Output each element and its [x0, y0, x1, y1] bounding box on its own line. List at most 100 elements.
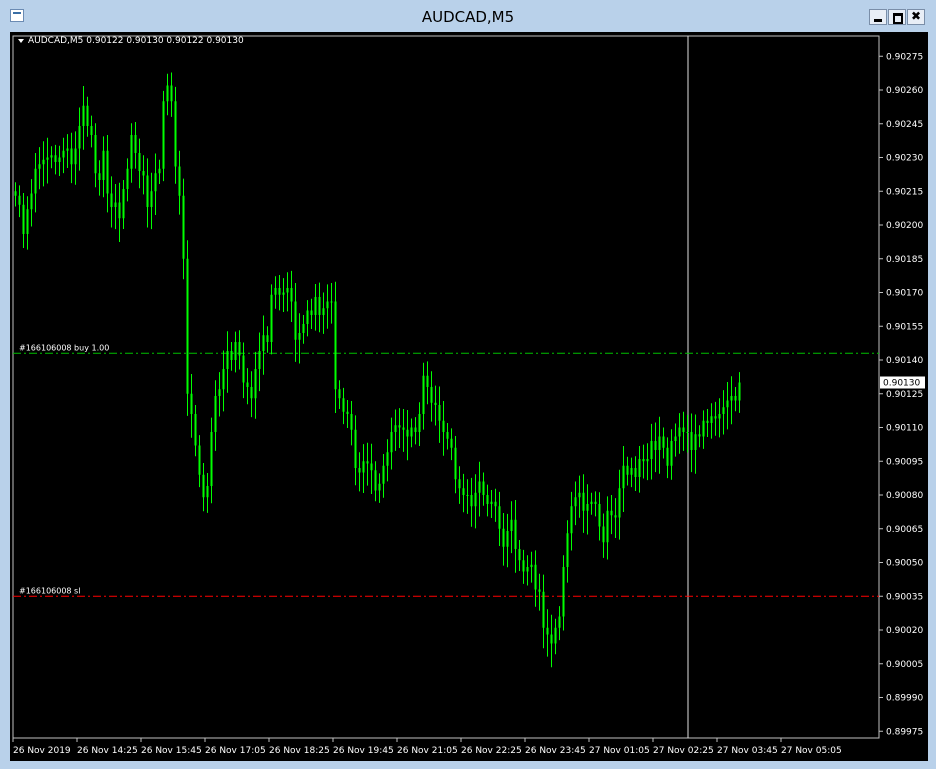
candle-body — [218, 389, 221, 396]
candle-body — [114, 202, 117, 207]
candle-body — [234, 342, 237, 360]
candle-body — [338, 389, 341, 399]
candle-body — [626, 465, 629, 475]
candle-body — [374, 470, 377, 491]
candle-body — [546, 627, 549, 635]
candle-body — [426, 375, 429, 387]
candle-body — [402, 427, 405, 430]
candle-body — [270, 294, 273, 342]
x-tick-label: 26 Nov 22:25 — [461, 746, 522, 756]
candle-body — [254, 369, 257, 399]
y-tick-label: 0.90125 — [886, 390, 923, 400]
candle-body — [350, 414, 353, 430]
x-tick-label: 26 Nov 18:25 — [269, 746, 330, 756]
candle-body — [74, 148, 77, 165]
y-tick-label: 0.90035 — [886, 592, 923, 602]
candle-body — [414, 427, 417, 432]
candle-body — [362, 461, 365, 473]
candle-body — [166, 85, 169, 102]
candle-body — [294, 301, 297, 340]
x-tick-label: 27 Nov 02:25 — [653, 746, 714, 756]
candle-body — [694, 434, 697, 450]
y-tick-label: 0.90110 — [886, 424, 923, 434]
y-tick-label: 0.90095 — [886, 457, 923, 467]
candle-body — [106, 150, 109, 194]
candle-body — [394, 425, 397, 432]
candle-body — [658, 436, 661, 450]
candle-body — [242, 355, 245, 383]
y-tick-label: 0.89990 — [886, 694, 923, 704]
x-tick-label: 26 Nov 21:05 — [397, 746, 458, 756]
candle-body — [182, 195, 185, 259]
candle-body — [250, 387, 253, 399]
candle-body — [322, 308, 325, 315]
candle-body — [370, 463, 373, 471]
candle-body — [474, 492, 477, 507]
candle-body — [78, 126, 81, 149]
candle-body — [206, 486, 209, 498]
candle-body — [430, 387, 433, 403]
last-price-label: 0.90130 — [883, 379, 920, 389]
candle-body — [590, 501, 593, 504]
candle-body — [90, 126, 93, 135]
candle-body — [42, 159, 45, 165]
candle-body — [398, 425, 401, 428]
collapse-triangle-icon[interactable] — [18, 38, 24, 43]
candle-body — [158, 168, 161, 174]
candle-body — [154, 173, 157, 192]
candle-body — [726, 400, 729, 408]
price-chart[interactable]: 0.90275 0.90260 0.90245 0.90230 0.90215 0.902… — [10, 32, 928, 761]
candle-body — [666, 447, 669, 466]
y-tick-label: 0.90155 — [886, 322, 923, 332]
y-tick-label: 0.90200 — [886, 221, 923, 231]
candle-body — [574, 497, 577, 507]
candle-body — [734, 396, 737, 401]
candlestick-chart[interactable]: 0.90275 0.90260 0.90245 0.90230 0.90215 0.902… — [10, 32, 928, 761]
title-bar[interactable]: AUDCAD,M5 — [0, 0, 936, 32]
maximize-button[interactable] — [888, 9, 906, 25]
candle-body — [674, 436, 677, 441]
candle-body — [646, 459, 649, 462]
candle-body — [26, 209, 29, 234]
candle-body — [274, 288, 277, 295]
candle-body — [58, 157, 61, 162]
candle-body — [358, 468, 361, 473]
candle-body — [290, 288, 293, 302]
candle-body — [714, 416, 717, 419]
candle-body — [30, 193, 33, 210]
candle-body — [194, 414, 197, 446]
candle-body — [518, 549, 521, 561]
y-tick-label: 0.90140 — [886, 356, 923, 366]
x-tick-label: 27 Nov 03:45 — [717, 746, 778, 756]
candle-body — [366, 461, 369, 464]
candle-body — [126, 168, 129, 189]
candle-body — [186, 258, 189, 394]
x-tick-label: 26 Nov 14:25 — [77, 746, 138, 756]
minimize-button[interactable] — [869, 9, 887, 25]
candle-body — [378, 483, 381, 491]
candle-body — [650, 441, 653, 459]
candle-body — [454, 447, 457, 480]
candle-body — [538, 589, 541, 592]
candle-body — [678, 427, 681, 437]
candle-body — [642, 459, 645, 462]
candle-body — [718, 414, 721, 419]
candle-body — [710, 416, 713, 423]
candle-body — [258, 351, 261, 369]
close-button[interactable] — [907, 9, 925, 25]
candle-body — [46, 157, 49, 160]
candle-body — [38, 164, 41, 169]
candle-body — [570, 506, 573, 534]
candle-body — [210, 432, 213, 486]
candle-body — [66, 148, 69, 151]
candle-body — [230, 351, 233, 360]
candle-body — [82, 105, 85, 126]
candle-body — [614, 515, 617, 518]
candle-body — [170, 85, 173, 102]
candle-body — [346, 411, 349, 414]
candle-body — [446, 432, 449, 439]
y-tick-label: 0.90020 — [886, 626, 923, 636]
candle-body — [542, 591, 545, 628]
candle-body — [482, 481, 485, 495]
candle-body — [498, 506, 501, 529]
